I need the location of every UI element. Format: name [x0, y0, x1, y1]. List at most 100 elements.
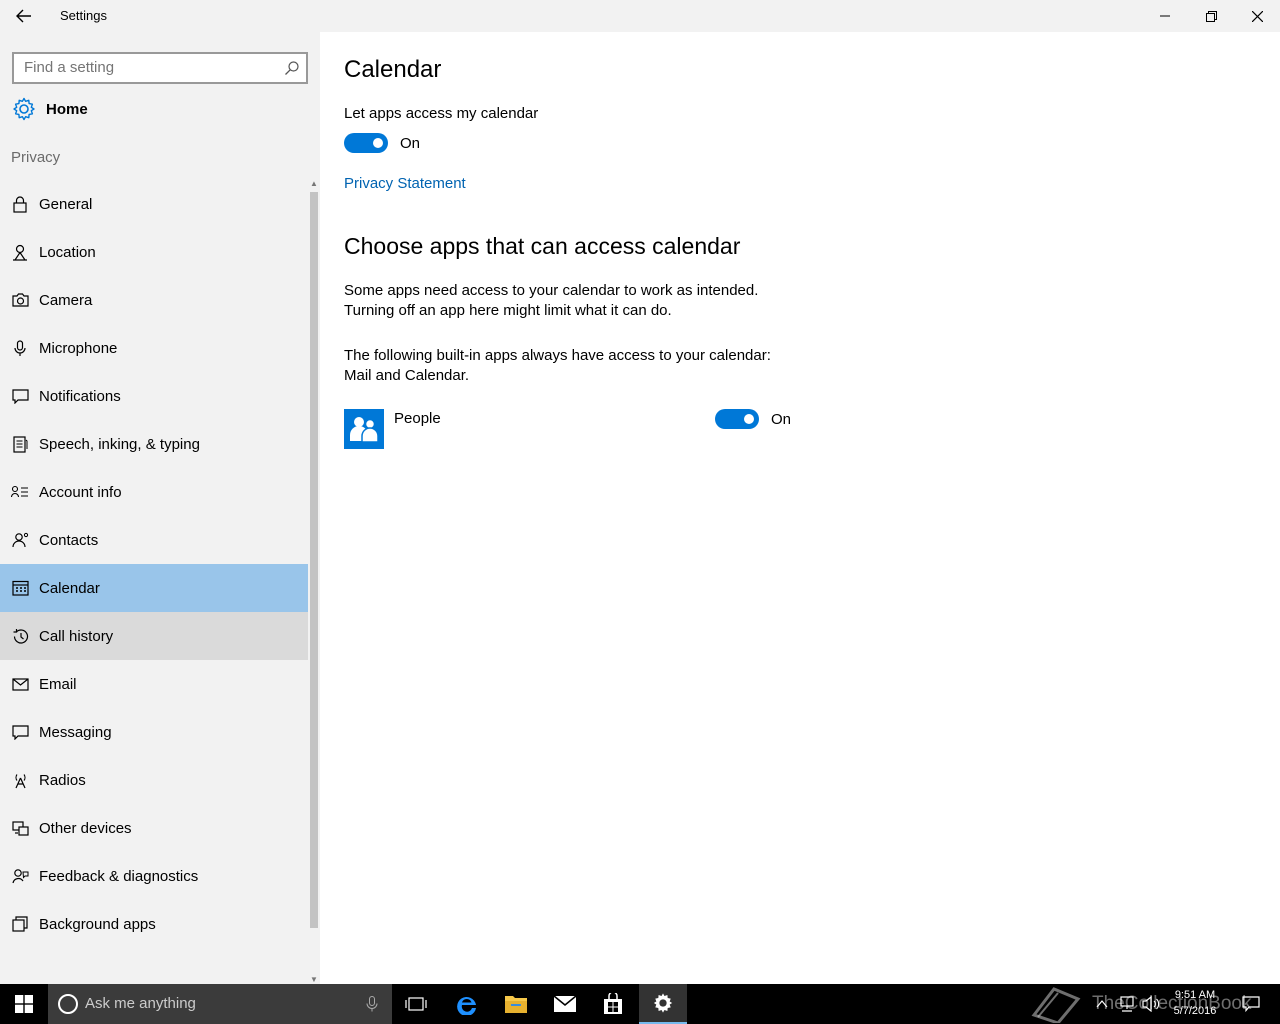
settings-taskbar-button[interactable]	[639, 984, 687, 1024]
sidebar-item-call-history[interactable]: Call history	[0, 612, 308, 660]
sidebar-item-calendar[interactable]: Calendar	[0, 564, 308, 612]
home-link[interactable]: Home	[12, 96, 88, 122]
volume-tray-button[interactable]	[1140, 984, 1162, 1024]
action-center-icon	[1242, 996, 1260, 1012]
sidebar-item-microphone[interactable]: Microphone	[0, 324, 308, 372]
sidebar-item-speech[interactable]: Speech, inking, & typing	[0, 420, 308, 468]
description-line-2: Turning off an app here might limit what…	[344, 302, 672, 319]
sidebar-item-label: Notifications	[39, 387, 121, 405]
main-content: Calendar Let apps access my calendar On …	[320, 32, 1280, 984]
sidebar-item-label: Camera	[39, 291, 93, 309]
sidebar-item-account-info[interactable]: Account info	[0, 468, 308, 516]
speech-icon	[11, 435, 29, 453]
sidebar-item-label: Location	[39, 243, 96, 261]
edge-icon	[457, 997, 476, 1015]
back-arrow-icon	[16, 9, 31, 23]
builtin-apps-line-2: Mail and Calendar.	[344, 367, 470, 384]
microphone-icon	[11, 339, 29, 357]
network-icon	[1120, 996, 1134, 1012]
sidebar-item-location[interactable]: Location	[0, 228, 308, 276]
sidebar-item-camera[interactable]: Camera	[0, 276, 308, 324]
privacy-nav-list: General Location Camera Microphone Notif…	[0, 180, 308, 948]
sidebar-item-other-devices[interactable]: Other devices	[0, 804, 308, 852]
network-tray-button[interactable]	[1116, 984, 1138, 1024]
people-access-toggle[interactable]	[715, 409, 759, 429]
sidebar-item-label: Call history	[39, 627, 114, 645]
calendar-access-toggle[interactable]	[344, 133, 388, 153]
people-access-toggle-state: On	[771, 411, 792, 428]
apps-heading: Choose apps that can access calendar	[344, 233, 741, 259]
search-icon[interactable]	[284, 60, 300, 76]
cortana-icon	[58, 994, 78, 1014]
privacy-section-label: Privacy	[11, 149, 61, 166]
gear-icon	[13, 97, 35, 121]
minimize-icon	[1160, 15, 1170, 17]
sidebar-item-background-apps[interactable]: Background apps	[0, 900, 308, 948]
close-button[interactable]	[1234, 0, 1280, 32]
show-hidden-icons-button[interactable]	[1092, 984, 1112, 1024]
minimize-button[interactable]	[1142, 0, 1188, 32]
find-setting-search-box[interactable]	[12, 52, 308, 84]
other-devices-icon	[11, 819, 29, 837]
cortana-search-box[interactable]: Ask me anything	[48, 984, 392, 1024]
back-button[interactable]	[8, 0, 40, 32]
scrollbar-thumb[interactable]	[310, 192, 318, 928]
task-view-button[interactable]	[392, 984, 440, 1024]
scroll-up-arrow-icon[interactable]: ▲	[310, 180, 318, 188]
home-label: Home	[46, 100, 88, 118]
background-apps-icon	[11, 915, 29, 933]
sidebar-item-label: Feedback & diagnostics	[39, 867, 199, 885]
file-explorer-taskbar-button[interactable]	[492, 984, 540, 1024]
find-setting-input[interactable]	[24, 59, 274, 76]
clock[interactable]: 9:51 AM 5/7/2016	[1162, 987, 1228, 1019]
sidebar-item-label: Microphone	[39, 339, 118, 357]
messaging-icon	[11, 723, 29, 741]
people-icon	[350, 417, 379, 443]
sidebar-item-radios[interactable]: Radios	[0, 756, 308, 804]
title-bar: Settings	[0, 0, 1280, 32]
sidebar-item-feedback[interactable]: Feedback & diagnostics	[0, 852, 308, 900]
access-setting-label: Let apps access my calendar	[344, 105, 539, 122]
action-center-button[interactable]	[1236, 984, 1266, 1024]
start-button[interactable]	[0, 984, 48, 1024]
location-icon	[11, 243, 29, 261]
sidebar-item-label: Calendar	[39, 579, 100, 597]
sidebar-scrollbar[interactable]: ▲ ▼	[308, 180, 320, 986]
people-app-tile	[344, 409, 384, 449]
microphone-icon[interactable]	[366, 996, 378, 1012]
camera-icon	[11, 291, 29, 309]
lock-icon	[11, 195, 29, 213]
book-logo-icon	[1031, 987, 1081, 1023]
sidebar-item-label: General	[39, 195, 93, 213]
scroll-down-arrow-icon[interactable]: ▼	[310, 976, 318, 984]
restore-button[interactable]	[1188, 0, 1234, 32]
restore-icon	[1205, 10, 1217, 22]
window-title: Settings	[60, 8, 107, 23]
page-title: Calendar	[344, 56, 442, 83]
edge-taskbar-button[interactable]	[443, 984, 491, 1024]
feedback-icon	[11, 867, 29, 885]
sidebar-item-label: Radios	[39, 771, 86, 789]
mail-icon	[553, 995, 577, 1012]
sidebar-item-label: Messaging	[39, 723, 112, 741]
contacts-icon	[11, 531, 29, 549]
sidebar-item-label: Background apps	[39, 915, 156, 933]
gear-icon	[653, 993, 673, 1013]
sidebar-item-label: Account info	[39, 483, 122, 501]
sidebar-item-label: Speech, inking, & typing	[39, 435, 200, 453]
sidebar-item-general[interactable]: General	[0, 180, 308, 228]
description-line-1: Some apps need access to your calendar t…	[344, 282, 759, 299]
store-taskbar-button[interactable]	[589, 984, 637, 1024]
sidebar-item-notifications[interactable]: Notifications	[0, 372, 308, 420]
sidebar-item-label: Email	[39, 675, 77, 693]
mail-taskbar-button[interactable]	[541, 984, 589, 1024]
clock-date: 5/7/2016	[1173, 1005, 1217, 1017]
privacy-statement-link[interactable]: Privacy Statement	[344, 175, 466, 192]
notifications-icon	[11, 387, 29, 405]
sidebar-item-email[interactable]: Email	[0, 660, 308, 708]
taskbar: Ask me anything TheCollectionBook 9:51 A…	[0, 984, 1280, 1024]
sidebar-item-messaging[interactable]: Messaging	[0, 708, 308, 756]
people-app-name: People	[394, 410, 441, 427]
sidebar-item-label: Other devices	[39, 819, 132, 837]
sidebar-item-contacts[interactable]: Contacts	[0, 516, 308, 564]
